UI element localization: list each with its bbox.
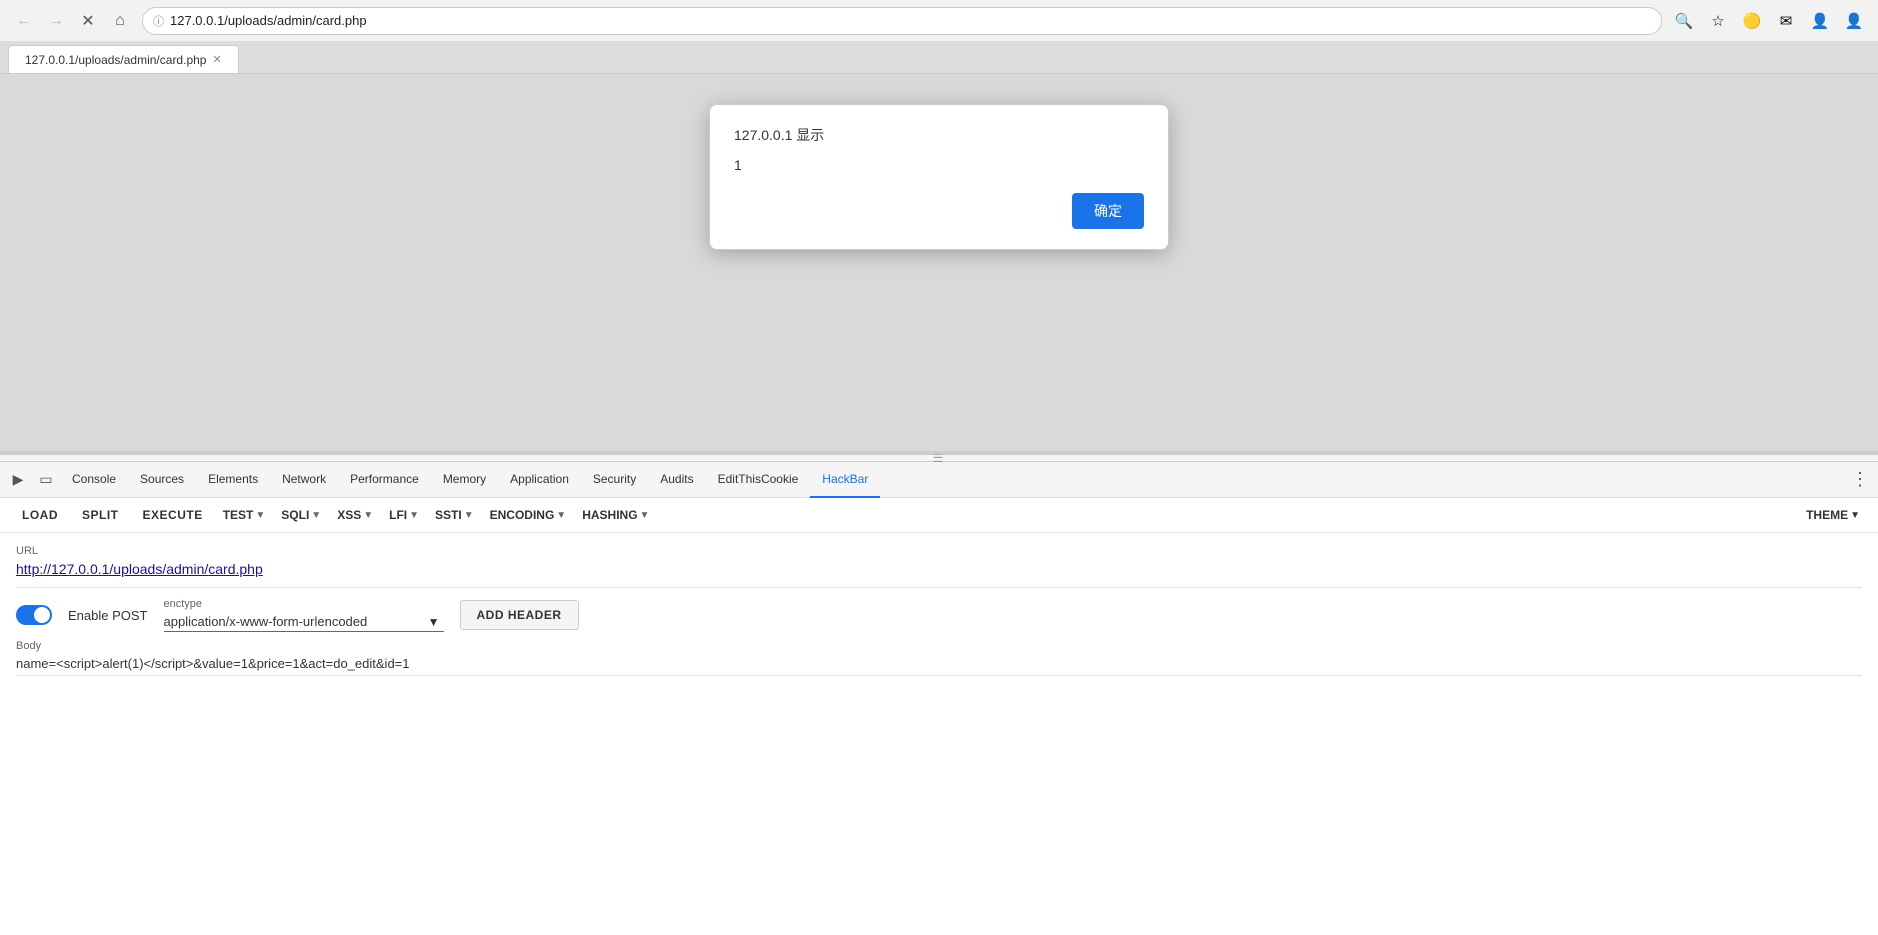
tab-sources[interactable]: Sources (128, 462, 196, 498)
tab-editthiscookie[interactable]: EditThisCookie (706, 462, 811, 498)
home-button[interactable]: ⌂ (106, 7, 134, 35)
alert-dialog: 127.0.0.1 显示 1 确定 (709, 104, 1169, 250)
hackbar-encoding-arrow: ▼ (556, 510, 566, 521)
hackbar-sqli-arrow: ▼ (311, 510, 321, 521)
hackbar-test-dropdown[interactable]: TEST ▼ (217, 504, 272, 526)
hackbar-toolbar: LOAD SPLIT EXECUTE TEST ▼ SQLI ▼ XSS ▼ L… (0, 498, 1878, 533)
browser-tab-active[interactable]: 127.0.0.1/uploads/admin/card.php ✕ (8, 45, 239, 73)
hackbar-post-row: Enable POST enctype application/x-www-fo… (16, 598, 1862, 632)
tab-security[interactable]: Security (581, 462, 648, 498)
body-value[interactable]: name=<script>alert(1)</script>&value=1&p… (16, 656, 1862, 676)
alert-message: 1 (734, 157, 1144, 173)
profile-icon[interactable]: 👤 (1840, 7, 1868, 35)
extension-icon2[interactable]: ✉ (1772, 7, 1800, 35)
tab-application[interactable]: Application (498, 462, 581, 498)
alert-footer: 确定 (734, 193, 1144, 229)
hackbar-lfi-arrow: ▼ (409, 510, 419, 521)
hackbar-divider-1 (16, 587, 1862, 588)
hackbar-load-button[interactable]: LOAD (12, 504, 68, 526)
hackbar-lfi-dropdown[interactable]: LFI ▼ (383, 504, 425, 526)
enctype-select[interactable]: application/x-www-form-urlencoded multip… (164, 612, 444, 632)
hackbar-url-plain: http://127.0.0.1/uploads/admin/ (16, 561, 208, 577)
tab-title: 127.0.0.1/uploads/admin/card.php (25, 53, 206, 67)
devtools-tabs-bar: ▶ ▭ Console Sources Elements Network Per… (0, 462, 1878, 498)
alert-overlay: 127.0.0.1 显示 1 确定 (0, 74, 1878, 451)
enable-post-label: Enable POST (68, 608, 148, 623)
tab-console[interactable]: Console (60, 462, 128, 498)
tab-elements[interactable]: Elements (196, 462, 270, 498)
browser-chrome: ← → ✕ ⌂ ⓘ 127.0.0.1/uploads/admin/card.p… (0, 0, 1878, 42)
info-icon: ⓘ (153, 13, 164, 29)
hackbar-url-section: URL http://127.0.0.1/uploads/admin/card.… (16, 545, 1862, 577)
zoom-icon[interactable]: 🔍 (1670, 7, 1698, 35)
toolbar-icons: 🔍 ☆ 🟡 ✉ 👤 👤 (1670, 7, 1868, 35)
bookmark-icon[interactable]: ☆ (1704, 7, 1732, 35)
hackbar-url-value[interactable]: http://127.0.0.1/uploads/admin/card.php (16, 561, 1862, 577)
extension-icon3[interactable]: 👤 (1806, 7, 1834, 35)
add-header-button[interactable]: ADD HEADER (460, 600, 579, 630)
hackbar-content: URL http://127.0.0.1/uploads/admin/card.… (0, 533, 1878, 935)
hackbar-theme-arrow: ▼ (1850, 510, 1860, 521)
enctype-section: enctype application/x-www-form-urlencode… (164, 598, 444, 632)
tab-audits[interactable]: Audits (648, 462, 705, 498)
hackbar-encoding-dropdown[interactable]: ENCODING ▼ (484, 504, 573, 526)
extension-icon1[interactable]: 🟡 (1738, 7, 1766, 35)
devtools-more-button[interactable]: ⋮ (1846, 466, 1874, 494)
hackbar-url-label: URL (16, 545, 1862, 557)
devtools-panel: ▶ ▭ Console Sources Elements Network Per… (0, 462, 1878, 935)
hackbar-xss-arrow: ▼ (363, 510, 373, 521)
tab-network[interactable]: Network (270, 462, 338, 498)
enctype-select-wrapper: application/x-www-form-urlencoded multip… (164, 612, 444, 632)
enctype-label: enctype (164, 598, 444, 610)
hackbar-body-section: Body name=<script>alert(1)</script>&valu… (16, 640, 1862, 676)
hackbar-hashing-dropdown[interactable]: HASHING ▼ (576, 504, 655, 526)
devtools-inspect-icon[interactable]: ▶ (4, 466, 32, 494)
tab-close-button[interactable]: ✕ (212, 53, 221, 66)
alert-title: 127.0.0.1 显示 (734, 125, 1144, 145)
hackbar-xss-dropdown[interactable]: XSS ▼ (331, 504, 379, 526)
hackbar-ssti-dropdown[interactable]: SSTI ▼ (429, 504, 480, 526)
reload-button[interactable]: ✕ (74, 7, 102, 35)
tab-hackbar[interactable]: HackBar (810, 462, 880, 498)
enable-post-toggle[interactable] (16, 605, 52, 625)
hackbar-hashing-arrow: ▼ (640, 510, 650, 521)
address-bar[interactable]: ⓘ 127.0.0.1/uploads/admin/card.php (142, 7, 1662, 35)
page-content: 127.0.0.1 显示 1 确定 (0, 74, 1878, 454)
hackbar-url-underline: card.php (208, 561, 262, 577)
tab-performance[interactable]: Performance (338, 462, 431, 498)
hackbar-theme-dropdown[interactable]: THEME ▼ (1800, 504, 1866, 526)
hackbar-execute-button[interactable]: EXECUTE (133, 504, 213, 526)
hackbar-sqli-dropdown[interactable]: SQLI ▼ (275, 504, 327, 526)
hackbar-ssti-arrow: ▼ (464, 510, 474, 521)
back-button[interactable]: ← (10, 7, 38, 35)
body-label: Body (16, 640, 1862, 652)
hackbar-split-button[interactable]: SPLIT (72, 504, 129, 526)
alert-ok-button[interactable]: 确定 (1072, 193, 1144, 229)
forward-button[interactable]: → (42, 7, 70, 35)
devtools-device-icon[interactable]: ▭ (32, 466, 60, 494)
nav-buttons: ← → ✕ ⌂ (10, 7, 134, 35)
browser-tabs-bar: 127.0.0.1/uploads/admin/card.php ✕ (0, 42, 1878, 74)
address-text: 127.0.0.1/uploads/admin/card.php (170, 13, 367, 28)
tab-memory[interactable]: Memory (431, 462, 498, 498)
hackbar-test-arrow: ▼ (255, 510, 265, 521)
